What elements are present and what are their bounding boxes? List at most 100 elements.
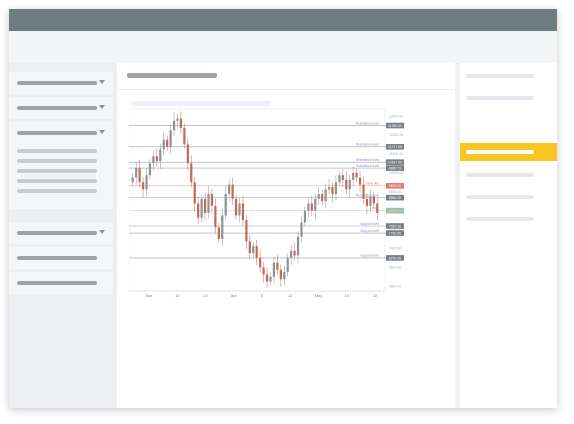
candle-body[interactable] bbox=[369, 196, 372, 206]
right-panel-item[interactable] bbox=[466, 173, 534, 177]
candle-body[interactable] bbox=[152, 156, 155, 164]
sidebar-subitem[interactable] bbox=[17, 189, 97, 193]
candle-body[interactable] bbox=[172, 120, 176, 131]
right-panel-item[interactable] bbox=[466, 195, 534, 199]
level-label: Support level bbox=[360, 222, 379, 226]
sidebar-subitem[interactable] bbox=[17, 169, 97, 173]
right-panel-item-active[interactable] bbox=[460, 143, 557, 161]
candle-body[interactable] bbox=[279, 269, 282, 280]
candle-body[interactable] bbox=[262, 267, 265, 275]
sidebar-item[interactable] bbox=[9, 97, 113, 119]
right-panel-item[interactable] bbox=[466, 217, 534, 221]
candle-body[interactable] bbox=[159, 149, 162, 161]
candle-body[interactable] bbox=[286, 257, 289, 273]
level-label: Resistance level bbox=[356, 143, 380, 147]
candle-body[interactable] bbox=[135, 168, 138, 178]
candle-body[interactable] bbox=[293, 250, 296, 256]
candle-body[interactable] bbox=[296, 236, 300, 256]
candle-body[interactable] bbox=[252, 246, 255, 254]
candle-body[interactable] bbox=[197, 203, 200, 218]
candle-body[interactable] bbox=[259, 257, 262, 268]
candle-body[interactable] bbox=[245, 220, 248, 242]
candle-body[interactable] bbox=[207, 194, 210, 213]
y-tick-label: 9000.00 bbox=[389, 209, 401, 213]
candle-body[interactable] bbox=[228, 184, 231, 195]
candle-body[interactable] bbox=[358, 177, 362, 185]
candle-body[interactable] bbox=[238, 203, 241, 216]
candle-body[interactable] bbox=[155, 156, 158, 161]
candle-body[interactable] bbox=[224, 194, 227, 216]
candle-body[interactable] bbox=[283, 272, 286, 280]
sidebar bbox=[9, 63, 116, 408]
candle-body[interactable] bbox=[321, 194, 324, 202]
y-tick-label: 8200.00 bbox=[389, 228, 401, 232]
candle-body[interactable] bbox=[376, 203, 379, 213]
candle-body[interactable] bbox=[166, 139, 169, 147]
candle-body[interactable] bbox=[327, 187, 331, 190]
candle-body[interactable] bbox=[255, 246, 258, 258]
candle-body[interactable] bbox=[303, 210, 307, 223]
candle-body[interactable] bbox=[372, 196, 375, 204]
candle-body[interactable] bbox=[272, 262, 276, 277]
candle-body[interactable] bbox=[176, 118, 179, 121]
candle-body[interactable] bbox=[365, 198, 369, 206]
candle-body[interactable] bbox=[138, 168, 141, 183]
candle-body[interactable] bbox=[169, 130, 172, 147]
candle-body[interactable] bbox=[131, 177, 134, 183]
candle-body[interactable] bbox=[148, 163, 152, 176]
candle-body[interactable] bbox=[317, 194, 320, 199]
sidebar-subitem[interactable] bbox=[17, 179, 97, 183]
candle-body[interactable] bbox=[300, 222, 303, 237]
candle-body[interactable] bbox=[162, 139, 165, 150]
candle-body[interactable] bbox=[241, 203, 245, 221]
candle-body[interactable] bbox=[193, 182, 196, 204]
candle-body[interactable] bbox=[203, 198, 207, 213]
sidebar-item[interactable] bbox=[9, 222, 113, 244]
candle-body[interactable] bbox=[210, 194, 214, 206]
sidebar-item[interactable] bbox=[9, 247, 113, 269]
candle-body[interactable] bbox=[269, 276, 272, 282]
candle-body[interactable] bbox=[190, 163, 193, 183]
right-panel-item[interactable] bbox=[466, 96, 534, 100]
candle-body[interactable] bbox=[231, 184, 234, 199]
chart-header-strip bbox=[131, 101, 271, 106]
candle-body[interactable] bbox=[265, 274, 269, 282]
candle-body[interactable] bbox=[145, 175, 148, 190]
candle-body[interactable] bbox=[352, 172, 355, 180]
candle-body[interactable] bbox=[186, 144, 189, 164]
candle-body[interactable] bbox=[276, 262, 279, 270]
candle-body[interactable] bbox=[290, 250, 293, 258]
candle-body[interactable] bbox=[348, 179, 351, 190]
candle-body[interactable] bbox=[248, 241, 251, 254]
candle-body[interactable] bbox=[324, 189, 327, 202]
sidebar-item[interactable] bbox=[9, 272, 113, 294]
candle-body[interactable] bbox=[338, 175, 341, 183]
y-tick-label: 6600.00 bbox=[389, 266, 401, 270]
sidebar-item[interactable] bbox=[9, 72, 113, 94]
right-panel-item[interactable] bbox=[466, 74, 534, 78]
candle-body[interactable] bbox=[314, 198, 317, 211]
candle-body[interactable] bbox=[183, 127, 186, 145]
candle-body[interactable] bbox=[141, 182, 145, 190]
candle-body[interactable] bbox=[355, 172, 358, 178]
candle-body[interactable] bbox=[217, 227, 220, 239]
candle-body[interactable] bbox=[221, 215, 224, 239]
candle-body[interactable] bbox=[214, 205, 217, 228]
level-value: 10817.00 bbox=[388, 161, 402, 165]
toolbar bbox=[9, 31, 557, 64]
candle-body[interactable] bbox=[179, 118, 183, 128]
main-panel: Resistance level 11950.00 Resistance level… bbox=[117, 63, 455, 408]
candle-body[interactable] bbox=[345, 179, 348, 190]
candle-body[interactable] bbox=[307, 203, 310, 211]
candle-body[interactable] bbox=[362, 184, 365, 199]
x-tick-label: 10 bbox=[345, 293, 350, 298]
candle-body[interactable] bbox=[331, 187, 334, 195]
sidebar-subitem[interactable] bbox=[17, 159, 97, 163]
candle-body[interactable] bbox=[341, 175, 344, 180]
sidebar-subitem[interactable] bbox=[17, 149, 97, 153]
price-chart[interactable]: Resistance level 11950.00 Resistance level… bbox=[129, 101, 445, 311]
candle-body[interactable] bbox=[334, 182, 338, 195]
candle-body[interactable] bbox=[200, 198, 203, 218]
candle-body[interactable] bbox=[234, 198, 238, 216]
candle-body[interactable] bbox=[310, 203, 313, 211]
